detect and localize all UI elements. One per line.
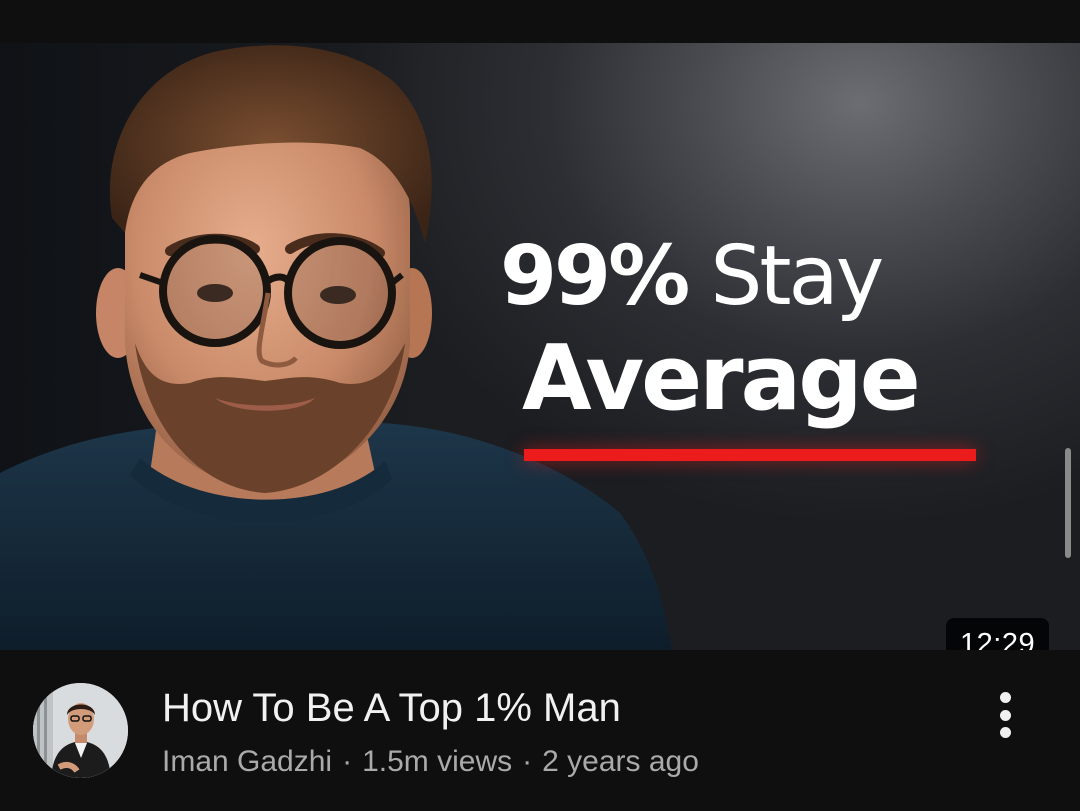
more-vertical-icon-dot [999,709,1011,721]
headline-stay: Stay [710,229,884,324]
more-vertical-icon [999,692,1011,703]
video-thumbnail[interactable]: 99% Stay Average 12:29 [0,43,1080,650]
more-options-button[interactable] [985,690,1025,740]
video-card: 99% Stay Average 12:29 How To Be A Top 1… [0,0,1080,811]
duration-badge: 12:29 [946,618,1050,650]
avatar-image [33,683,128,778]
more-vertical-icon-dot [999,727,1011,738]
meta-separator: · [522,745,533,778]
video-title[interactable]: How To Be A Top 1% Man [162,684,621,732]
view-count: 1.5m views [362,745,513,778]
video-meta-row: How To Be A Top 1% Man Iman Gadzhi · 1.5m … [0,650,1080,811]
video-metadata: Iman Gadzhi · 1.5m views · 2 years ago [162,744,699,780]
headline-percent: 99% [500,229,690,324]
scrollbar[interactable] [1065,448,1071,558]
headline-average: Average [522,326,921,431]
thumbnail-headline: 99% Stay Average [500,225,1040,429]
channel-name[interactable]: Iman Gadzhi [162,745,332,778]
top-bar [0,0,1080,43]
upload-age: 2 years ago [542,745,699,778]
channel-avatar[interactable] [33,683,128,778]
headline-underline [524,449,976,461]
meta-separator: · [342,745,353,778]
